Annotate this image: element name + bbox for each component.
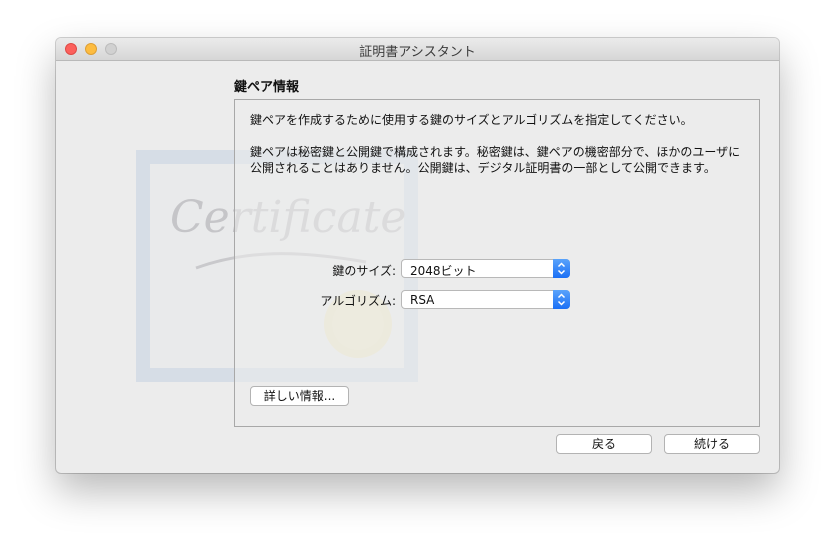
- algorithm-value: RSA: [410, 293, 435, 307]
- back-button[interactable]: 戻る: [556, 434, 652, 454]
- algorithm-label: アルゴリズム:: [320, 294, 396, 308]
- chevron-up-down-icon: [553, 290, 570, 309]
- title-bar[interactable]: 証明書アシスタント: [56, 38, 779, 61]
- window-title: 証明書アシスタント: [359, 45, 476, 60]
- description-line-2: 公開されることはありません。公開鍵は、デジタル証明書の一部として公開できます。: [250, 161, 716, 175]
- description-line-1: 鍵ペアは秘密鍵と公開鍵で構成されます。秘密鍵は、鍵ペアの機密部分で、ほかのユーザ…: [250, 145, 741, 159]
- more-info-button[interactable]: 詳しい情報...: [250, 386, 349, 406]
- continue-button[interactable]: 続ける: [664, 434, 760, 454]
- description-text: 鍵ペアは秘密鍵と公開鍵で構成されます。秘密鍵は、鍵ペアの機密部分で、ほかのユーザ…: [250, 144, 750, 176]
- key-pair-info-panel: 鍵ペアを作成するために使用する鍵のサイズとアルゴリズムを指定してください。 鍵ペ…: [234, 99, 760, 427]
- key-size-value: 2048ビット: [410, 264, 477, 278]
- algorithm-select[interactable]: RSA: [401, 290, 570, 309]
- section-title: 鍵ペア情報: [234, 80, 300, 95]
- key-size-label: 鍵のサイズ:: [332, 264, 396, 278]
- certificate-assistant-window: 証明書アシスタント Certificate 鍵ペア情報 鍵ペアを作成するために使…: [56, 38, 779, 473]
- chevron-up-down-icon: [553, 259, 570, 278]
- intro-text: 鍵ペアを作成するために使用する鍵のサイズとアルゴリズムを指定してください。: [250, 113, 693, 127]
- key-size-select[interactable]: 2048ビット: [401, 259, 570, 278]
